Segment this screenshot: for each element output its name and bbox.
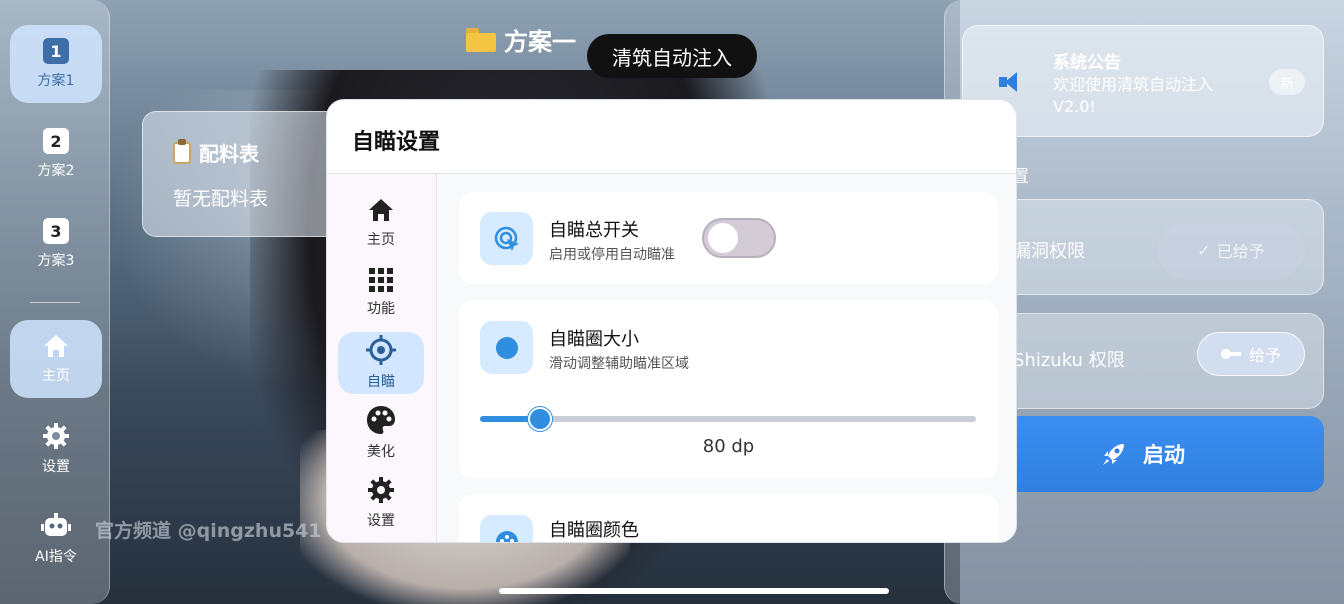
crosshair-icon (366, 335, 396, 365)
circle-dot-icon (495, 336, 518, 359)
rail-item-aim[interactable]: 自瞄 (338, 332, 424, 394)
key-icon (1220, 349, 1241, 359)
recipe-card: 配料表 暂无配料表 (142, 111, 342, 237)
recipe-title-text: 配料表 (199, 142, 259, 166)
aim-color-icon-tile (480, 515, 533, 542)
rocket-icon (1103, 444, 1124, 465)
nav-plan-2[interactable]: 2 方案2 (10, 115, 102, 193)
plan-3-icon: 3 (43, 218, 69, 244)
perm-shizuku-label: Shizuku 权限 (1013, 350, 1125, 371)
new-badge: 新 (1269, 69, 1305, 95)
rail-item-label: 设置 (367, 513, 395, 529)
palette-icon (495, 530, 518, 542)
perm-vuln-button-label: 已给予 (1216, 242, 1265, 261)
rail-item-home[interactable]: 主页 (338, 192, 424, 254)
nav-divider (30, 302, 80, 303)
home-icon (44, 335, 68, 357)
perm-vuln-granted-button[interactable]: ✓ 已给予 (1157, 222, 1305, 278)
toggle-knob (708, 223, 738, 253)
plan-title-text: 方案一 (504, 28, 576, 56)
plan-1-icon: 1 (43, 38, 69, 64)
cursor-target-icon (494, 226, 519, 251)
nav-ai-command[interactable]: AI指令 (10, 500, 102, 578)
dialog-content: 自瞄总开关 启用或停用自动瞄准 自瞄圈大小 滑动调整辅助瞄准区域 80 dp 自… (438, 174, 1016, 542)
nav-ai-command-label: AI指令 (35, 549, 77, 565)
robot-icon (41, 513, 71, 536)
rail-item-label: 主页 (367, 232, 395, 248)
aim-master-toggle[interactable] (702, 218, 776, 258)
notice-title: 系统公告 (1053, 53, 1121, 73)
aim-size-value: 80 dp (702, 436, 755, 457)
watermark: 官方频道 @qingzhu541 (95, 520, 322, 542)
dialog-rail: 主页 功能 自瞄 美化 设置 (327, 174, 437, 542)
rail-item-label: 功能 (367, 301, 395, 317)
gear-icon (43, 423, 69, 449)
slider-handle[interactable] (528, 407, 552, 431)
aim-size-title: 自瞄圈大小 (549, 329, 639, 350)
recipe-title: 配料表 (173, 138, 259, 167)
nav-plan-2-label: 方案2 (37, 163, 75, 179)
nav-home[interactable]: 主页 (10, 320, 102, 398)
grant-shizuku-button[interactable]: 给予 (1197, 332, 1305, 376)
aim-switch-title: 自瞄总开关 (549, 220, 639, 241)
nav-home-label: 主页 (42, 368, 70, 384)
home-icon (369, 199, 393, 221)
aim-switch-card: 自瞄总开关 启用或停用自动瞄准 (459, 192, 998, 284)
palette-icon (367, 406, 395, 434)
aim-color-title: 自瞄圈颜色 (549, 520, 639, 541)
rail-item-label: 美化 (367, 444, 395, 460)
check-icon: ✓ (1197, 240, 1211, 260)
grant-shizuku-label: 给予 (1248, 346, 1281, 365)
toast-message: 清筑自动注入 (587, 34, 757, 78)
gear-icon (368, 477, 394, 503)
dialog-title: 自瞄设置 (352, 130, 441, 155)
nav-plan-3-label: 方案3 (37, 253, 75, 269)
left-nav: 1 方案1 2 方案2 3 方案3 主页 设置 AI指令 (0, 0, 110, 604)
rail-item-settings[interactable]: 设置 (338, 472, 424, 534)
grid-icon (369, 268, 393, 292)
clipboard-icon (173, 138, 191, 164)
nav-plan-1-label: 方案1 (37, 73, 75, 89)
aim-size-icon-tile (480, 321, 533, 374)
aim-size-slider[interactable] (480, 407, 976, 431)
launch-button-label: 启动 (1143, 443, 1185, 467)
aim-color-card: 自瞄圈颜色 (459, 494, 998, 542)
recipe-empty-text: 暂无配料表 (173, 188, 269, 210)
plan-2-icon: 2 (43, 128, 69, 154)
nav-plan-1[interactable]: 1 方案1 (10, 25, 102, 103)
dialog-header: 自瞄设置 (327, 100, 1016, 174)
home-indicator[interactable] (499, 588, 889, 594)
rail-item-label: 自瞄 (367, 374, 395, 390)
nav-settings-label: 设置 (42, 459, 70, 475)
speaker-icon (999, 72, 1021, 92)
aim-settings-dialog: 自瞄设置 主页 功能 自瞄 美化 设置 自瞄总开关 启用或停用自动瞄准 自瞄圈大… (326, 99, 1017, 543)
plan-title: 方案一 (466, 22, 576, 57)
folder-icon (466, 27, 496, 52)
perm-vuln-label: 漏洞权限 (1013, 241, 1085, 262)
rail-item-features[interactable]: 功能 (338, 262, 424, 324)
notice-body: 欢迎使用清筑自动注入V2.0! (1053, 75, 1214, 116)
aim-size-card: 自瞄圈大小 滑动调整辅助瞄准区域 80 dp (459, 300, 998, 478)
aim-size-subtitle: 滑动调整辅助瞄准区域 (549, 356, 689, 372)
nav-settings[interactable]: 设置 (10, 410, 102, 488)
aim-switch-subtitle: 启用或停用自动瞄准 (549, 247, 675, 263)
rail-item-beautify[interactable]: 美化 (338, 402, 424, 464)
nav-plan-3[interactable]: 3 方案3 (10, 205, 102, 283)
aim-switch-icon-tile (480, 212, 533, 265)
